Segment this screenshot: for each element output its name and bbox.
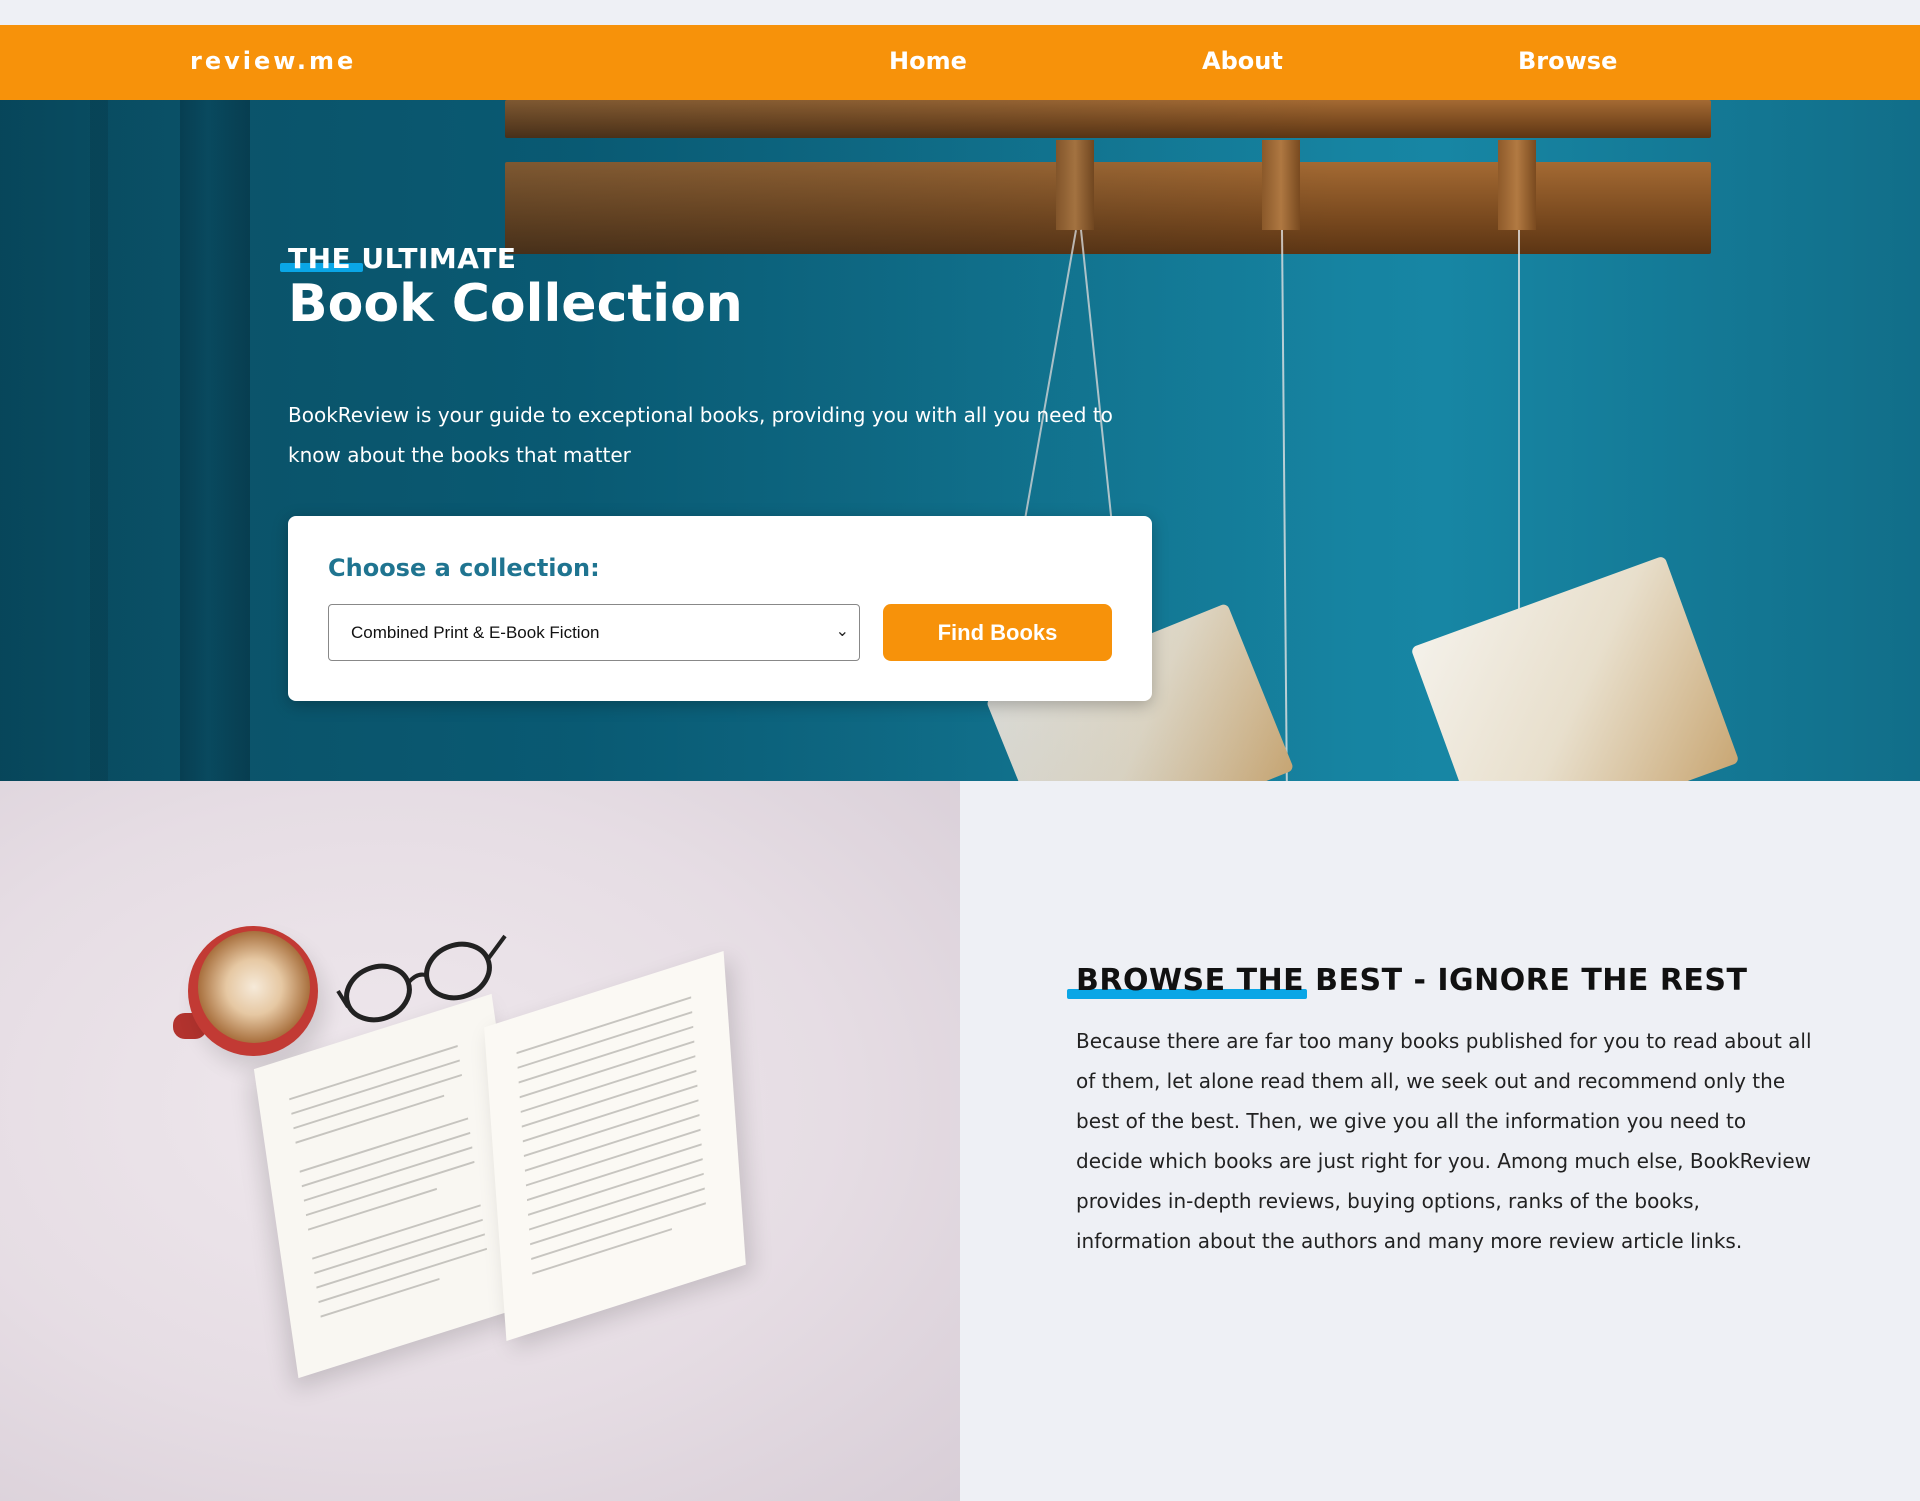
book-right-page xyxy=(484,950,746,1342)
nav-link-home[interactable]: Home xyxy=(889,47,967,75)
chevron-down-icon: ⌄ xyxy=(835,621,849,640)
about-section: BROWSE THE BEST - IGNORE THE REST Becaus… xyxy=(960,781,1920,1501)
hero-kicker: THE ULTIMATE xyxy=(288,242,517,275)
open-book xyxy=(253,950,746,1379)
collection-label: Choose a collection: xyxy=(328,554,600,582)
page: review.me Home About Browse THE ULTIMATE… xyxy=(0,0,1920,1501)
find-books-button[interactable]: Find Books xyxy=(883,604,1112,661)
nav-link-about[interactable]: About xyxy=(1202,47,1283,75)
hero-description: BookReview is your guide to exceptional … xyxy=(288,403,1113,467)
collection-select-value: Combined Print & E-Book Fiction xyxy=(351,623,600,642)
nav-link-browse[interactable]: Browse xyxy=(1518,47,1617,75)
brand-logo[interactable]: review.me xyxy=(190,47,356,75)
collection-select[interactable]: Combined Print & E-Book Fiction ⌄ xyxy=(328,604,860,661)
hero-title: Book Collection xyxy=(288,274,743,334)
top-navbar: review.me Home About Browse xyxy=(0,25,1920,100)
reading-photo xyxy=(0,781,960,1501)
section-title: BROWSE THE BEST - IGNORE THE REST xyxy=(1076,963,1748,998)
section-text: Because there are far too many books pub… xyxy=(1076,1029,1812,1253)
hero-section: THE ULTIMATE Book Collection BookReview … xyxy=(0,100,1920,781)
collection-card: Choose a collection: Combined Print & E-… xyxy=(288,516,1152,701)
